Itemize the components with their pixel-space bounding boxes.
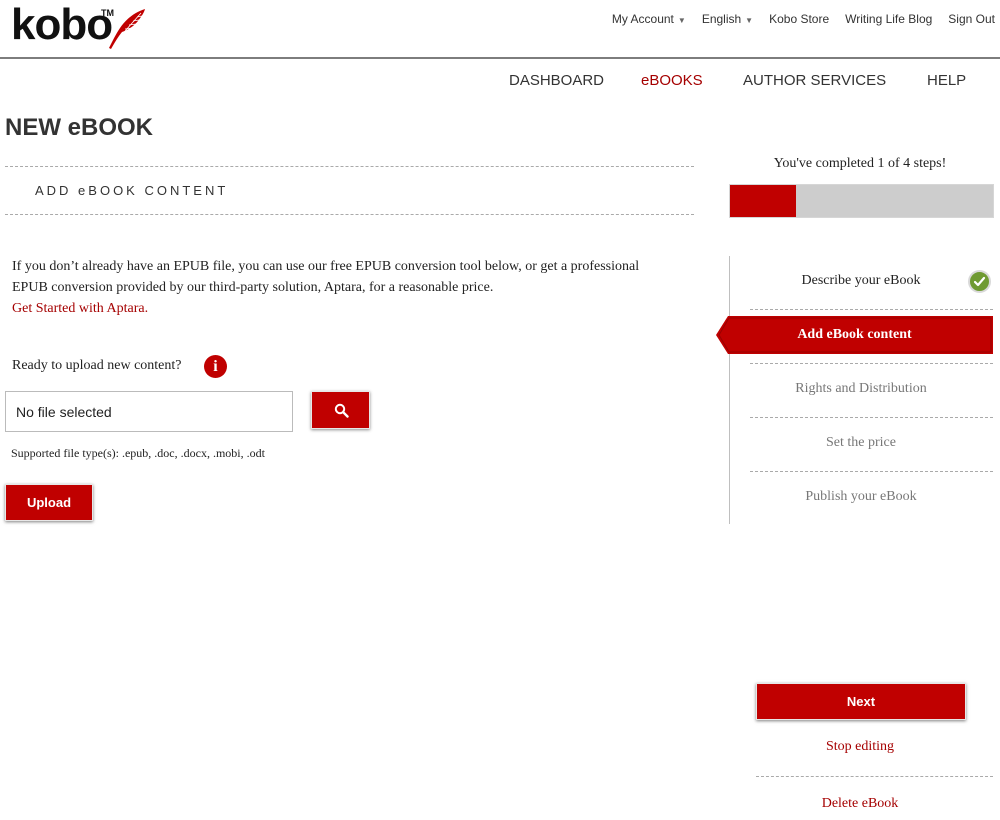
progress-bar-fill [730,185,796,217]
stop-editing-link[interactable]: Stop editing [730,739,990,755]
kobo-store-link[interactable]: Kobo Store [769,12,829,26]
top-links: My Account ▼ English ▼ Kobo Store Writing … [612,12,995,26]
page-title: NEW eBOOK [5,114,154,141]
my-account-label: My Account [611,12,674,26]
step-divider [750,417,993,418]
section-title: ADD eBOOK CONTENT [35,183,229,198]
steps-rail [729,256,730,524]
step-add-content-active[interactable]: Add eBook content [716,316,993,354]
section-divider-top [5,166,694,167]
step-publish-ebook[interactable]: Publish your eBook [750,489,972,505]
actions-divider [756,776,993,777]
upload-button[interactable]: Upload [5,484,93,521]
info-icon[interactable]: i [204,355,227,378]
step-divider [750,309,993,310]
progress-text: You've completed 1 of 4 steps! [773,156,947,171]
logo-wordmark: kobo [11,0,113,49]
next-button[interactable]: Next [756,683,966,720]
progress-bar [729,184,994,218]
intro-text: If you don’t already have an EPUB file, … [12,259,640,295]
nav-author-services[interactable]: AUTHOR SERVICES [743,72,886,89]
file-name-field[interactable]: No file selected [5,391,293,432]
supported-file-types: Supported file type(s): .epub, .doc, .do… [11,446,265,460]
upload-prompt: Ready to upload new content? [12,358,182,373]
language-menu[interactable]: English ▼ [702,12,753,26]
aptara-link[interactable]: Get Started with Aptara. [12,301,148,316]
chevron-down-icon: ▼ [677,16,686,25]
sign-out-link[interactable]: Sign Out [948,12,995,26]
chevron-down-icon: ▼ [745,16,754,25]
search-icon [334,403,349,418]
nav-dashboard[interactable]: DASHBOARD [509,72,604,89]
checkmark-icon [968,270,991,293]
step-rights-distribution[interactable]: Rights and Distribution [750,381,972,397]
step-set-price[interactable]: Set the price [750,435,972,451]
section-divider-bottom [5,214,694,215]
delete-ebook-link[interactable]: Delete eBook [730,796,990,812]
writing-life-blog-link[interactable]: Writing Life Blog [845,12,932,26]
feather-icon [109,9,145,49]
step-divider [750,363,993,364]
browse-file-button[interactable] [311,391,370,429]
header-divider [0,57,1000,59]
intro-paragraph: If you don’t already have an EPUB file, … [12,256,652,319]
nav-help[interactable]: HELP [927,72,966,89]
step-describe-ebook[interactable]: Describe your eBook [750,273,972,289]
my-account-menu[interactable]: My Account ▼ [612,12,686,26]
language-label: English [701,12,742,26]
step-divider [750,471,993,472]
active-step-label: Add eBook content [797,327,912,342]
nav-ebooks[interactable]: eBOOKS [641,72,703,89]
